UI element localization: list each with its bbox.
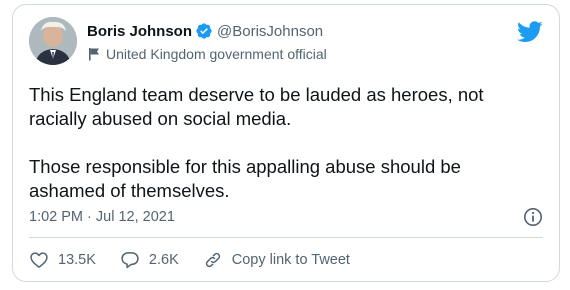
copy-link-label: Copy link to Tweet — [231, 252, 350, 268]
tweet-header: Boris Johnson @BorisJohnson United Kingd… — [29, 17, 543, 69]
avatar[interactable] — [29, 17, 77, 65]
author-name[interactable]: Boris Johnson — [87, 23, 192, 40]
author-block: Boris Johnson @BorisJohnson United Kingd… — [87, 21, 327, 64]
like-count: 13.5K — [58, 252, 96, 268]
link-icon — [205, 252, 220, 268]
flag-icon — [87, 47, 101, 61]
tweet-paragraph: Those responsible for this appalling abu… — [29, 156, 461, 201]
account-label: United Kingdom government official — [106, 46, 327, 62]
reply-count: 2.6K — [148, 252, 179, 268]
copy-link-button[interactable]: Copy link to Tweet — [203, 250, 350, 270]
heart-icon — [30, 252, 48, 268]
tweet-timestamp[interactable]: 1:02 PM · Jul 12, 2021 — [29, 209, 175, 225]
tweet-paragraph: This England team deserve to be lauded a… — [29, 84, 484, 129]
info-icon[interactable] — [523, 207, 543, 227]
twitter-bird-icon[interactable] — [517, 21, 543, 43]
verified-badge-icon — [195, 22, 213, 40]
tweet-actions: 13.5K 2.6K Copy link to Tweet — [29, 249, 374, 271]
divider — [29, 237, 543, 238]
tweet-text: This England team deserve to be lauded a… — [29, 83, 539, 203]
reply-button[interactable]: 2.6K — [120, 250, 179, 270]
tweet-card[interactable]: Boris Johnson @BorisJohnson United Kingd… — [12, 4, 560, 282]
reply-bubble-icon — [121, 252, 139, 269]
author-handle[interactable]: @BorisJohnson — [217, 23, 323, 40]
like-button[interactable]: 13.5K — [29, 250, 96, 270]
